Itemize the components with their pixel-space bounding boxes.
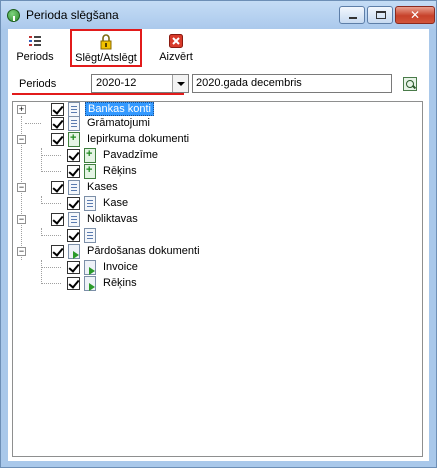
document-tree[interactable]: + Bankas konti Grāmatojumi − Iepirkuma d…	[12, 101, 423, 457]
client-area: Periods Slēgt/Atslēgt Aizvērt Periods 20…	[8, 29, 429, 461]
document-icon	[84, 228, 96, 243]
checkbox[interactable]	[51, 117, 64, 130]
tree-connector	[41, 283, 61, 284]
document-icon	[68, 180, 80, 195]
tree-node-label: Iepirkuma dokumenti	[87, 133, 190, 145]
collapse-icon[interactable]: −	[17, 247, 26, 256]
tree-node-rekins[interactable]: Rēķins	[61, 164, 241, 180]
list-icon	[29, 36, 41, 46]
search-icon[interactable]	[403, 77, 417, 91]
purchase-document-icon	[68, 132, 80, 147]
exit-close-icon	[169, 34, 183, 48]
tree-node-invoice[interactable]: Invoice	[61, 260, 241, 276]
tree-connector	[41, 171, 61, 172]
tree-node-label: Pārdošanas dokumenti	[87, 245, 200, 257]
tree-node-kase[interactable]: Kase	[61, 196, 241, 212]
window: Perioda slēgšana ✕ Periods Slēgt/Atslēgt…	[0, 0, 437, 468]
exit-button-label: Aizvērt	[159, 51, 193, 63]
period-label: Periods	[19, 78, 57, 90]
collapse-icon[interactable]: −	[17, 135, 26, 144]
checkbox[interactable]	[51, 133, 64, 146]
title-bar[interactable]: Perioda slēgšana ✕	[1, 1, 436, 29]
collapse-icon[interactable]: −	[17, 183, 26, 192]
checkbox[interactable]	[67, 165, 80, 178]
checkbox[interactable]	[67, 149, 80, 162]
window-title: Perioda slēgšana	[26, 8, 119, 22]
lock-icon	[100, 34, 112, 50]
tree-node-label: Rēķins	[103, 277, 137, 289]
tree-connector	[41, 260, 42, 284]
purchase-document-icon	[84, 164, 96, 179]
collapse-icon[interactable]: −	[17, 215, 26, 224]
checkbox[interactable]	[67, 277, 80, 290]
tree-connector	[41, 203, 61, 204]
tree-node-label: Grāmatojumi	[87, 117, 150, 129]
sales-document-icon	[84, 276, 96, 291]
checkbox[interactable]	[51, 213, 64, 226]
period-select-value: 2020-12	[96, 77, 137, 89]
tree-node-label: Invoice	[103, 261, 138, 273]
tree-node-label: Rēķins	[103, 165, 137, 177]
tree-node-label: Noliktavas	[87, 213, 138, 225]
checkbox[interactable]	[51, 245, 64, 258]
tree-node-label: Pavadzīme	[103, 149, 159, 161]
period-highlight	[12, 93, 184, 95]
tree-node-rekins-sales[interactable]: Rēķins	[61, 276, 241, 292]
tree-node-noliktava[interactable]	[61, 228, 241, 244]
period-description-field[interactable]: 2020.gada decembris	[192, 74, 392, 93]
minimize-button[interactable]	[339, 6, 365, 24]
tree-node-pavadzime[interactable]: Pavadzīme	[61, 148, 241, 164]
exit-button[interactable]: Aizvērt	[153, 31, 199, 65]
close-icon: ✕	[409, 8, 421, 22]
periods-button[interactable]: Periods	[11, 31, 59, 65]
close-window-button[interactable]: ✕	[395, 6, 435, 24]
periods-button-label: Periods	[16, 51, 54, 63]
expand-icon[interactable]: +	[17, 105, 26, 114]
document-icon	[84, 196, 96, 211]
close-open-button[interactable]: Slēgt/Atslēgt	[70, 29, 142, 67]
tree-connector	[41, 267, 61, 268]
checkbox[interactable]	[67, 229, 80, 242]
tree-node-label: Kases	[87, 181, 118, 193]
close-open-button-label: Slēgt/Atslēgt	[75, 52, 137, 64]
document-icon	[68, 212, 80, 227]
tree-node-kases[interactable]: − Kases	[17, 180, 217, 196]
tree-connector	[41, 148, 42, 172]
sales-document-icon	[68, 244, 80, 259]
checkbox[interactable]	[51, 181, 64, 194]
tree-connector	[41, 235, 61, 236]
maximize-icon	[376, 11, 386, 19]
purchase-document-icon	[84, 148, 96, 163]
tree-node-label: Bankas konti	[85, 102, 154, 116]
tree-node-noliktavas[interactable]: − Noliktavas	[17, 212, 217, 228]
tree-node-gramatojumi[interactable]: Grāmatojumi	[17, 116, 217, 132]
checkbox[interactable]	[51, 103, 64, 116]
tree-node-pardosanas-dokumenti[interactable]: − Pārdošanas dokumenti	[17, 244, 237, 260]
period-description-value: 2020.gada decembris	[196, 77, 302, 89]
document-icon	[68, 102, 80, 117]
minimize-icon	[349, 17, 357, 19]
period-row: Periods 2020-12 2020.gada decembris	[8, 71, 429, 95]
tree-connector	[41, 155, 61, 156]
app-icon	[7, 9, 20, 22]
sales-document-icon	[84, 260, 96, 275]
tree-node-label: Kase	[103, 197, 129, 209]
document-icon	[68, 116, 80, 131]
tree-node-iepirkuma-dokumenti[interactable]: − Iepirkuma dokumenti	[17, 132, 237, 148]
toolbar: Periods Slēgt/Atslēgt Aizvērt	[8, 29, 429, 69]
checkbox[interactable]	[67, 261, 80, 274]
checkbox[interactable]	[67, 197, 80, 210]
chevron-down-icon[interactable]	[172, 75, 188, 92]
period-select[interactable]: 2020-12	[91, 74, 189, 93]
maximize-button[interactable]	[367, 6, 393, 24]
